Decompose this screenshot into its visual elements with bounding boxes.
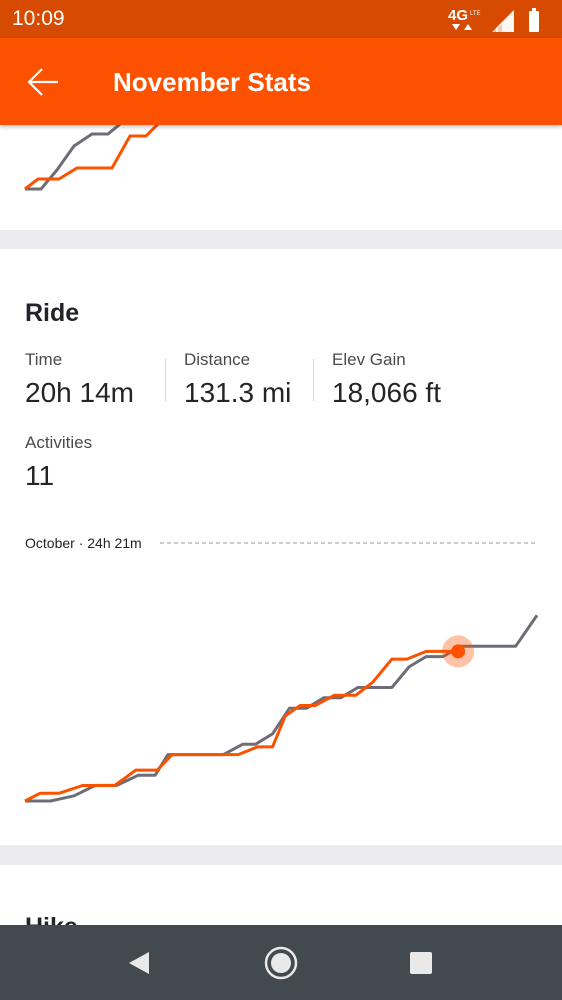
svg-text:4G: 4G xyxy=(448,7,468,24)
series-layer xyxy=(24,614,539,803)
network-type-icon: 4G LTE xyxy=(448,7,481,30)
system-navigation-bar xyxy=(0,925,562,1000)
stats-content[interactable]: Ride Time 20h 14m Distance 131.3 mi Elev… xyxy=(0,125,562,925)
home-circle-icon[interactable] xyxy=(261,943,301,983)
hike-section-title: Hike xyxy=(25,913,78,925)
status-time: 10:09 xyxy=(12,7,65,30)
back-arrow-icon[interactable] xyxy=(22,60,66,104)
ride-cumulative-chart[interactable]: October · 24h 21m xyxy=(0,249,562,845)
status-bar: 10:09 4G LTE xyxy=(0,0,562,38)
signal-icon xyxy=(492,10,514,32)
hike-card: Hike xyxy=(0,865,562,925)
reference-line-label: October · 24h 21m xyxy=(25,535,142,551)
back-triangle-icon[interactable] xyxy=(120,943,160,983)
current-month-line xyxy=(24,649,459,803)
current-point-marker xyxy=(451,644,466,659)
page-title: November Stats xyxy=(113,67,311,97)
ride-card: Ride Time 20h 14m Distance 131.3 mi Elev… xyxy=(0,249,562,845)
recents-square-icon[interactable] xyxy=(401,943,441,983)
svg-text:LTE: LTE xyxy=(470,11,481,17)
previous-activity-card xyxy=(0,125,562,230)
app-bar: November Stats xyxy=(0,38,562,125)
previous-chart xyxy=(24,125,160,191)
battery-icon xyxy=(529,8,539,32)
status-icons: 4G LTE xyxy=(448,7,539,32)
